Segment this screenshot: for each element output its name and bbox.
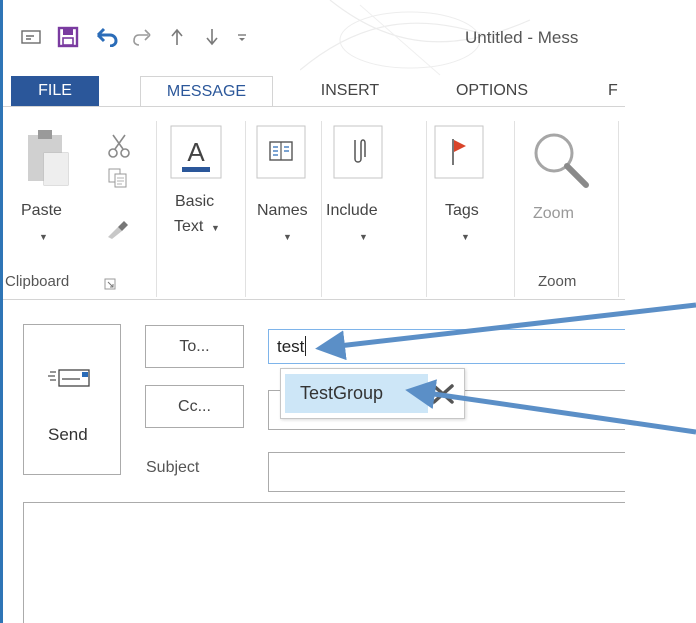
zoom-group-label: Zoom [538, 273, 577, 290]
tab-format[interactable]: F [608, 76, 625, 106]
group-separator [321, 121, 322, 297]
undo-icon[interactable] [95, 25, 119, 49]
window-left-border [0, 0, 3, 623]
zoom-icon[interactable] [530, 129, 592, 191]
up-arrow-icon[interactable] [165, 25, 189, 49]
remove-icon[interactable] [431, 383, 455, 405]
copy-icon[interactable] [107, 167, 129, 189]
format-painter-icon[interactable] [104, 215, 130, 241]
zoom-button-label: Zoom [533, 205, 574, 222]
tab-insert[interactable]: INSERT [300, 76, 400, 106]
tab-message[interactable]: MESSAGE [140, 76, 273, 107]
address-book-icon[interactable] [256, 125, 306, 179]
dialog-launcher-icon[interactable] [104, 278, 116, 290]
group-separator [426, 121, 427, 297]
group-separator [245, 121, 246, 297]
autocomplete-suggestion[interactable]: TestGroup [285, 374, 428, 413]
text-cursor [305, 336, 307, 356]
down-arrow-icon[interactable] [200, 25, 224, 49]
message-body[interactable] [23, 502, 625, 623]
outside-area [625, 0, 696, 623]
font-color-icon[interactable]: A [170, 125, 222, 179]
window-title: Untitled - Mess [465, 28, 579, 47]
include-dropdown-caret[interactable]: ▼ [359, 232, 368, 242]
basic-text-label-line2: Text [174, 218, 204, 235]
subject-label: Subject [146, 459, 200, 476]
clipboard-group-label: Clipboard [5, 273, 70, 290]
group-separator [514, 121, 515, 297]
tab-options[interactable]: OPTIONS [432, 76, 552, 106]
names-dropdown-caret[interactable]: ▼ [283, 232, 292, 242]
paste-dropdown-caret[interactable]: ▼ [39, 232, 48, 242]
new-mail-icon[interactable] [19, 25, 43, 49]
customize-icon[interactable] [230, 25, 254, 49]
to-field[interactable]: test [268, 329, 625, 364]
flag-icon[interactable] [434, 125, 484, 179]
basic-text-label-line1: Basic [175, 193, 215, 210]
save-icon[interactable] [56, 25, 80, 49]
tags-dropdown-caret[interactable]: ▼ [461, 232, 470, 242]
names-label: Names [257, 202, 308, 219]
to-field-text: test [277, 336, 307, 357]
send-label: Send [48, 425, 88, 444]
group-separator [618, 121, 619, 297]
to-field-value: test [277, 337, 305, 356]
cc-button[interactable]: Cc... [145, 385, 244, 428]
basic-text-dropdown-caret[interactable]: ▼ [211, 223, 220, 233]
group-separator [156, 121, 157, 297]
redo-icon[interactable] [130, 25, 154, 49]
autocomplete-popup: TestGroup [280, 368, 465, 419]
subject-field[interactable] [268, 452, 625, 492]
ribbon-tabs: FILE MESSAGE INSERT OPTIONS F [0, 76, 625, 107]
cut-icon[interactable] [107, 133, 131, 159]
ribbon: Paste ▼ Clipboard A Basic Text ▼ Names ▼… [0, 107, 625, 300]
attach-icon[interactable] [333, 125, 383, 179]
to-button[interactable]: To... [145, 325, 244, 368]
svg-text:A: A [187, 137, 205, 167]
paste-label: Paste [21, 202, 62, 219]
tab-file[interactable]: FILE [11, 76, 99, 106]
ribbon-bottom-border [0, 299, 625, 300]
message-window: Untitled - Mess FILE MESSAGE INSERT OPTI… [0, 0, 625, 623]
send-icon [48, 369, 90, 387]
paste-icon[interactable] [24, 127, 70, 189]
include-label: Include [326, 202, 378, 219]
tags-label: Tags [445, 202, 479, 219]
send-button[interactable]: Send [23, 324, 121, 475]
quick-access-toolbar: Untitled - Mess [0, 0, 625, 76]
